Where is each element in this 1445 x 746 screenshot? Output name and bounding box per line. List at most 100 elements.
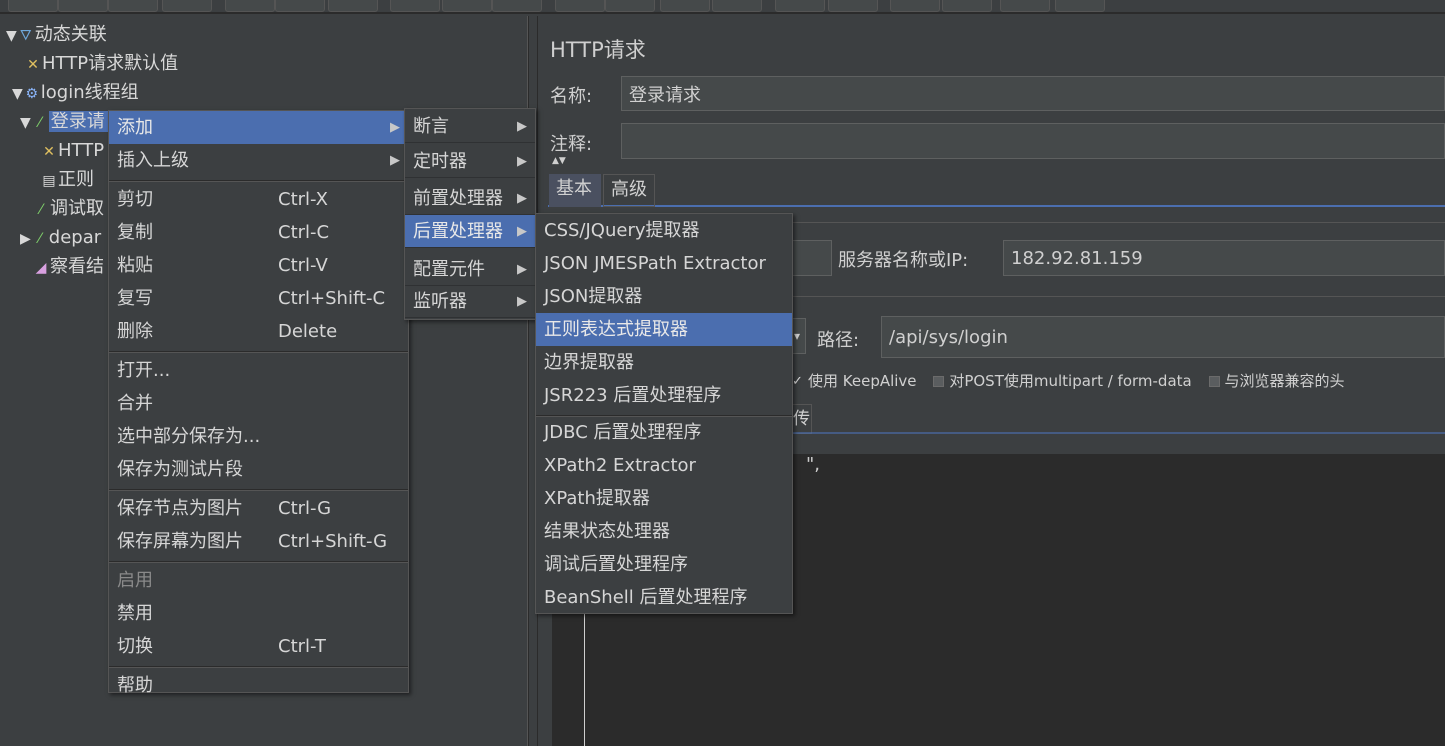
menu-item-shortcut: Ctrl-G (278, 498, 332, 519)
menu-item[interactable]: 定时器 ▶ (405, 145, 535, 178)
toolbar-button[interactable] (225, 0, 275, 12)
tree-node[interactable]: ▤ 正则 (40, 166, 94, 194)
toolbar-button[interactable] (1000, 0, 1050, 12)
multipart-checkbox[interactable]: 对POST使用multipart / form-data (933, 372, 1192, 390)
tree-node[interactable]: ▼ ⚙ login线程组 (12, 79, 139, 107)
toolbar-button[interactable] (442, 0, 492, 12)
menu-item[interactable]: 正则表达式提取器 (536, 313, 792, 346)
browser-compatible-headers-checkbox[interactable]: 与浏览器兼容的头 (1208, 372, 1345, 390)
menu-item[interactable]: JDBC 后置处理程序 (536, 416, 792, 449)
toolbar-button[interactable] (605, 0, 655, 12)
menu-item[interactable]: JSON提取器 (536, 280, 792, 313)
toolbar-button[interactable] (890, 0, 940, 12)
menu-item[interactable]: 配置元件 ▶ (405, 253, 535, 286)
toolbar-button[interactable] (828, 0, 878, 12)
menu-item[interactable]: 监听器 ▶ (405, 285, 535, 318)
menu-item[interactable]: 插入上级 ▶ (109, 144, 408, 177)
toolbar-button[interactable] (275, 0, 325, 12)
menu-item[interactable]: XPath2 Extractor (536, 449, 792, 482)
tree-node[interactable]: ◢ 察看结 (32, 253, 104, 281)
toolbar (0, 0, 1445, 14)
menu-item[interactable]: 保存屏幕为图片 Ctrl+Shift-G (109, 525, 408, 558)
menu-item[interactable]: 粘贴 Ctrl-V (109, 249, 408, 282)
menu-item[interactable]: 调试后置处理程序 (536, 548, 792, 581)
menu-item[interactable]: 结果状态处理器 (536, 515, 792, 548)
menu-item-shortcut: Ctrl-C (278, 222, 330, 243)
menu-item-label: 正则表达式提取器 (544, 319, 688, 340)
menu-item[interactable]: 删除 Delete (109, 315, 408, 348)
toolbar-button[interactable] (108, 0, 158, 12)
toolbar-button[interactable] (775, 0, 825, 12)
flask-icon: 🜄 (19, 28, 32, 44)
menu-item[interactable]: 切换 Ctrl-T (109, 630, 408, 663)
expanded-triangle-icon[interactable]: ▼ (12, 86, 23, 102)
comment-input[interactable] (621, 123, 1445, 159)
menu-item[interactable]: 禁用 (109, 597, 408, 630)
tree-node[interactable]: ▼ 🜄 动态关联 (6, 21, 107, 49)
menu-item[interactable]: 前置处理器 ▶ (405, 182, 535, 215)
tree-node[interactable]: ⁄ 调试取 (32, 195, 104, 223)
toolbar-button[interactable] (8, 0, 58, 12)
toolbar-button[interactable] (492, 0, 542, 12)
menu-item[interactable]: 保存为测试片段 (109, 453, 408, 486)
menu-item-shortcut: Ctrl+Shift-G (278, 531, 388, 552)
menu-item[interactable]: 复制 Ctrl-C (109, 216, 408, 249)
toolbar-button[interactable] (328, 0, 378, 12)
menu-item-label: 保存节点为图片 (117, 498, 243, 519)
menu-item[interactable]: 断言 ▶ (405, 110, 535, 143)
menu-item-label: 调试后置处理程序 (544, 554, 688, 575)
menu-item-shortcut: Ctrl+Shift-C (278, 288, 386, 309)
context-menu: 添加 ▶ 插入上级 ▶ 剪切 Ctrl-X 复制 Ctrl-C 粘贴 Ctrl-V 复写 Ctrl+S… (108, 110, 409, 696)
menu-item-label: 配置元件 (413, 259, 485, 280)
menu-item[interactable]: 添加 ▶ (109, 111, 408, 144)
keepalive-checkbox[interactable]: ✓ 使用 KeepAlive (792, 372, 917, 390)
menu-item-shortcut: Ctrl-X (278, 189, 328, 210)
menu-item[interactable]: 后置处理器 ▶ (405, 215, 535, 248)
menu-item[interactable]: 帮助 (109, 669, 408, 702)
menu-item[interactable]: 剪切 Ctrl-X (109, 183, 408, 216)
menu-item[interactable]: JSON JMESPath Extractor (536, 247, 792, 280)
menu-item[interactable]: CSS/JQuery提取器 (536, 214, 792, 247)
collapse-arrows-icon[interactable]: ▲▼ (552, 156, 566, 166)
tree-node[interactable]: ✕ HTTP请求默认值 (24, 50, 178, 78)
toolbar-button[interactable] (390, 0, 440, 12)
toolbar-button[interactable] (555, 0, 605, 12)
menu-item-shortcut: Delete (278, 321, 338, 342)
toolbar-button[interactable] (162, 0, 212, 12)
tree-node[interactable]: ✕ HTTP (40, 137, 104, 165)
tab-bar: 基本 高级 (548, 171, 1445, 207)
toolbar-button[interactable] (712, 0, 762, 12)
toolbar-button[interactable] (942, 0, 992, 12)
toolbar-button[interactable] (660, 0, 710, 12)
menu-item[interactable]: 打开... (109, 354, 408, 387)
protocol-input[interactable] (792, 240, 832, 276)
menu-item[interactable]: XPath提取器 (536, 482, 792, 515)
tree-node[interactable]: ▶ ⁄ depar (20, 224, 101, 252)
expanded-triangle-icon[interactable]: ▼ (20, 115, 31, 131)
collapsed-triangle-icon[interactable]: ▶ (20, 231, 31, 247)
toolbar-button[interactable] (1055, 0, 1105, 12)
gear-icon: ⚙ (25, 86, 39, 102)
menu-item[interactable]: BeanShell 后置处理程序 (536, 581, 792, 614)
menu-item-label: JSON提取器 (544, 286, 643, 307)
name-input[interactable]: 登录请求 (621, 76, 1445, 111)
menu-item[interactable]: 选中部分保存为... (109, 420, 408, 453)
checkbox-row: ✓ 使用 KeepAlive 对POST使用multipart / form-da… (792, 370, 1345, 391)
expanded-triangle-icon[interactable]: ▼ (6, 28, 17, 44)
path-input[interactable]: /api/sys/login (881, 316, 1445, 358)
tab-advanced[interactable]: 高级 (603, 174, 655, 207)
menu-item[interactable]: 启用 (109, 564, 408, 597)
pipette-icon: ⁄ (39, 202, 43, 218)
menu-item-label: XPath2 Extractor (544, 455, 696, 476)
menu-item[interactable]: 合并 (109, 387, 408, 420)
method-dropdown[interactable]: ▾ (792, 318, 806, 354)
name-label: 名称: (550, 86, 593, 107)
tab-basic[interactable]: 基本 (549, 174, 601, 207)
toolbar-button[interactable] (58, 0, 108, 12)
menu-item[interactable]: 复写 Ctrl+Shift-C (109, 282, 408, 315)
menu-item[interactable]: JSR223 后置处理程序 (536, 379, 792, 412)
menu-item[interactable]: 边界提取器 (536, 346, 792, 379)
tab-files-upload[interactable]: 传 (792, 404, 812, 434)
menu-item[interactable]: 保存节点为图片 Ctrl-G (109, 492, 408, 525)
server-input[interactable]: 182.92.81.159 (1003, 240, 1445, 276)
